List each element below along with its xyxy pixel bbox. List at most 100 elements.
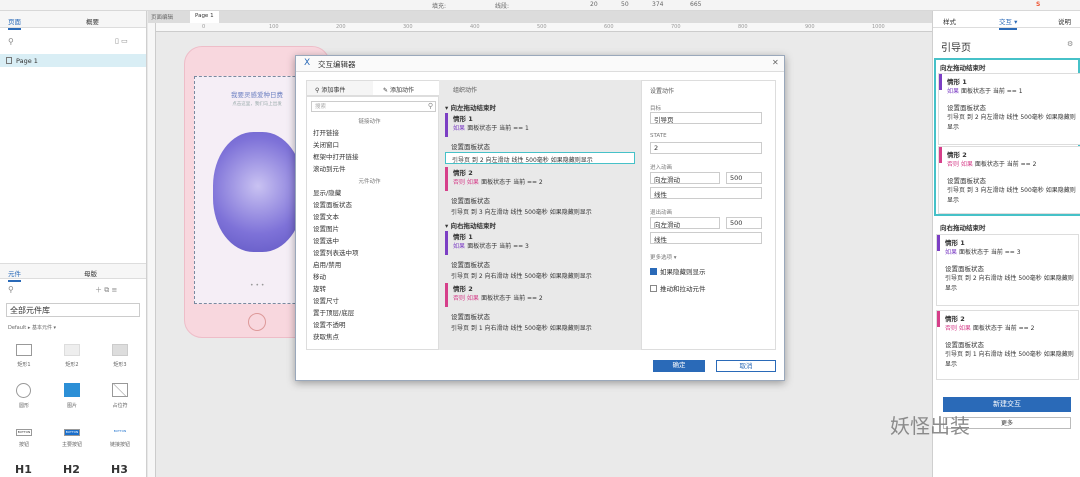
case-block[interactable]: 情形 2 否则 如果 面板状态于 当前 == 2 (445, 283, 635, 307)
event-left-drag[interactable]: 向左拖动结束时 情形 1 如果 面板状态于 当前 == 1 设置面板状态 引导页… (934, 58, 1080, 216)
action-item[interactable]: 设置面板状态 (313, 199, 352, 209)
case-card[interactable]: 情形 2 否则 如果 面板状态于 当前 == 2 设置面板状态 引导页 到 1 … (936, 310, 1079, 380)
ruler-tick: 800 (738, 24, 748, 30)
action-item[interactable]: 显示/隐藏 (313, 187, 341, 197)
doc-tab-home[interactable]: 页面编辑 (151, 13, 173, 21)
tab-interactions[interactable]: 交互 ▾ (999, 16, 1018, 30)
ruler-tick: 500 (537, 24, 547, 30)
library-group[interactable]: Default ▸ 基本元件 ▾ (8, 324, 56, 331)
w-value[interactable]: 374 (652, 1, 663, 8)
h2-widget[interactable]: H2 (63, 463, 80, 476)
action-detail-selected[interactable]: 引导页 到 2 向左滑动 线性 500毫秒 如果隐藏则显示 (445, 152, 635, 164)
page-item[interactable]: Page 1 (0, 54, 146, 67)
watermark: 妖怪出装 (890, 414, 970, 438)
circle-widget[interactable] (16, 383, 31, 398)
image-icon[interactable] (64, 383, 80, 397)
cancel-button[interactable]: 取消 (716, 360, 776, 372)
event-right-drag[interactable]: 向右拖动结束时 情形 1 如果 面板状态于 当前 == 3 设置面板状态 引导页… (936, 222, 1080, 382)
dialog-title: 交互编辑器 (318, 60, 356, 69)
ruler-tick: 700 (671, 24, 681, 30)
action-item[interactable]: 设置选中 (313, 235, 339, 245)
ruler-tick: 0 (202, 24, 206, 30)
action-item[interactable]: 打开链接 (313, 127, 339, 137)
add-page-icon[interactable]: ▯ ▭ (115, 37, 128, 45)
right-panel: 样式 交互 ▾ 说明 引导页 ⚙ 向左拖动结束时 情形 1 如果 面板状态于 当… (932, 11, 1080, 477)
rectangle1-widget[interactable] (16, 344, 32, 356)
in-anim-select[interactable]: 向左滑动 (650, 172, 720, 184)
action-item[interactable]: 框架中打开链接 (313, 151, 359, 161)
case-block[interactable]: 情形 1 如果 面板状态于 当前 == 1 (445, 113, 635, 137)
doc-tab-page1[interactable]: Page 1 (190, 11, 219, 23)
rectangle3-widget[interactable] (112, 344, 128, 356)
case-block[interactable]: 情形 1 如果 面板状态于 当前 == 3 (445, 231, 635, 255)
action-detail[interactable]: 引导页 到 1 向右滑动 线性 500毫秒 如果隐藏则显示 (451, 323, 592, 332)
ruler-tick: 200 (336, 24, 346, 30)
h1-widget[interactable]: H1 (15, 463, 32, 476)
action-item[interactable]: 置于顶层/底层 (313, 307, 354, 317)
widget-name[interactable]: 引导页 (941, 39, 971, 54)
tab-widgets[interactable]: 元件 (8, 268, 21, 282)
action-item[interactable]: 滚动到元件 (313, 163, 346, 173)
y-value[interactable]: 50 (621, 1, 629, 8)
out-duration-input[interactable]: 500 (726, 217, 762, 229)
primary-button-widget[interactable]: BUTTON (64, 429, 80, 436)
action-search-input[interactable]: 搜索 ⚲ (311, 101, 436, 112)
fill-label: 填充: (432, 3, 447, 10)
out-ease-select[interactable]: 线性 (650, 232, 762, 244)
out-anim-select[interactable]: 向左滑动 (650, 217, 720, 229)
link-button-widget[interactable]: BUTTON (112, 429, 128, 433)
case-block[interactable]: 情形 2 否则 如果 面板状态于 当前 == 2 (445, 167, 635, 191)
button-widget[interactable]: BUTTON (16, 429, 32, 436)
tab-notes[interactable]: 说明 (1058, 16, 1071, 26)
state-select[interactable]: 2 (650, 142, 762, 154)
show-if-hidden-checkbox[interactable]: 如果隐藏则显示 (650, 266, 706, 276)
ruler-tick: 300 (403, 24, 413, 30)
case-card[interactable]: 情形 2 否则 如果 面板状态于 当前 == 2 设置面板状态 引导页 到 3 … (938, 146, 1080, 214)
ok-button[interactable]: 确定 (653, 360, 705, 372)
action-item[interactable]: 获取焦点 (313, 331, 339, 341)
action-item[interactable]: 设置尺寸 (313, 295, 339, 305)
action-item[interactable]: 设置文本 (313, 211, 339, 221)
tab-style[interactable]: 样式 (943, 16, 956, 26)
case-detail: 引导页 到 1 向右滑动 线性 500毫秒 如果隐藏则显示 (945, 351, 1074, 368)
action-detail[interactable]: 引导页 到 2 向右滑动 线性 500毫秒 如果隐藏则显示 (451, 271, 592, 280)
action-item[interactable]: 设置图片 (313, 223, 339, 233)
in-duration-input[interactable]: 500 (726, 172, 762, 184)
add-action-tab[interactable]: ✎ 添加动作 (373, 81, 439, 95)
library-tools-icon[interactable]: ＋ ⧉ ≡ (95, 285, 117, 295)
ruler-tick: 100 (269, 24, 279, 30)
tab-outline[interactable]: 概要 (86, 16, 99, 26)
push-pull-checkbox[interactable]: 推动和拉动元件 (650, 283, 706, 293)
tab-masters[interactable]: 母版 (84, 268, 97, 278)
event-title[interactable]: ▾ 向右拖动结束时 (445, 220, 496, 230)
action-item[interactable]: 设置列表选中项 (313, 247, 359, 257)
widget-label: 链接按钮 (109, 442, 130, 448)
action-item[interactable]: 设置不透明 (313, 319, 346, 329)
search-icon[interactable]: ⚲ (8, 37, 14, 46)
library-search-icon[interactable]: ⚲ (8, 285, 14, 294)
action-title: 设置面板状态 (451, 261, 490, 269)
action-title: 设置面板状态 (451, 197, 490, 205)
action-item[interactable]: 旋转 (313, 283, 326, 293)
action-item[interactable]: 移动 (313, 271, 326, 281)
tab-pages[interactable]: 页面 (8, 16, 21, 30)
action-item[interactable]: 启用/禁用 (313, 259, 341, 269)
event-title[interactable]: ▾ 向左拖动结束时 (445, 102, 496, 112)
action-item[interactable]: 关闭窗口 (313, 139, 339, 149)
target-select[interactable]: 引导页 (650, 112, 762, 124)
close-icon[interactable]: ✕ (772, 58, 779, 67)
x-value[interactable]: 20 (590, 1, 598, 8)
h-value[interactable]: 665 (690, 1, 701, 8)
in-ease-select[interactable]: 线性 (650, 187, 762, 199)
placeholder-widget[interactable] (112, 383, 128, 397)
case-card[interactable]: 情形 1 如果 面板状态于 当前 == 1 设置面板状态 引导页 到 2 向左滑… (938, 73, 1080, 145)
settings-icon[interactable]: ⚙ (1067, 40, 1073, 48)
group-title: 元件动作 (358, 179, 381, 185)
more-options[interactable]: 更多选项 ▾ (650, 253, 677, 261)
add-event-tab[interactable]: ⚲ 添加事件 (315, 85, 345, 94)
action-detail[interactable]: 引导页 到 3 向左滑动 线性 500毫秒 如果隐藏则显示 (451, 207, 592, 216)
h3-widget[interactable]: H3 (111, 463, 128, 476)
library-select[interactable]: 全部元件库 (6, 303, 140, 317)
case-card[interactable]: 情形 1 如果 面板状态于 当前 == 3 设置面板状态 引导页 到 2 向右滑… (936, 234, 1079, 306)
rectangle2-widget[interactable] (64, 344, 80, 356)
